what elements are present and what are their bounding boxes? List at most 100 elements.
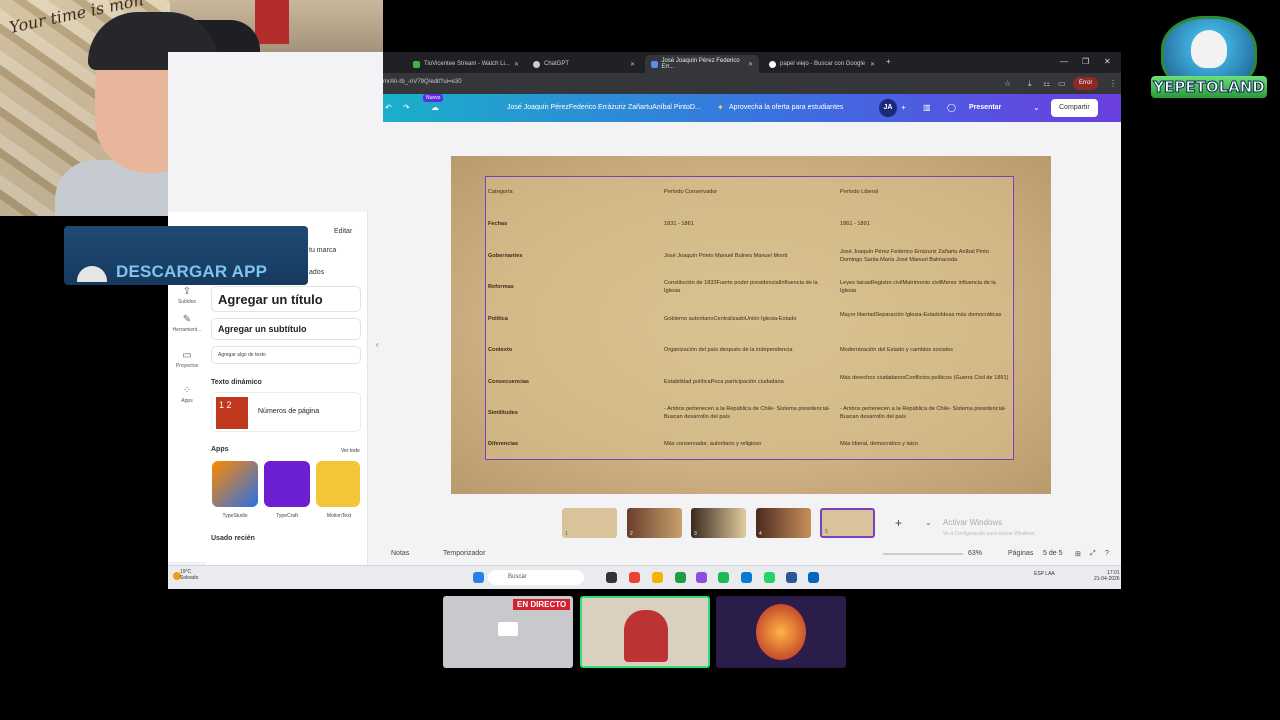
outlook-icon[interactable] (786, 572, 797, 583)
rail-apps[interactable]: ⁘ Apps (168, 385, 206, 404)
slide-canvas[interactable]: Categoría Período Conservador Período Li… (451, 156, 1051, 494)
add-title-button[interactable]: Agregar un título (211, 286, 361, 312)
chrome-icon[interactable] (629, 572, 640, 583)
page-thumbnail[interactable]: 3 (691, 508, 746, 538)
profile-icon[interactable]: ▭ (1058, 79, 1066, 88)
extensions-icon[interactable]: ⚏ (1043, 79, 1050, 88)
new-tab-button[interactable]: + (886, 57, 891, 66)
grid-view-icon[interactable]: ⊞ (1075, 550, 1081, 558)
app-label: TypeStudio (222, 513, 248, 519)
tab-google[interactable]: papel viejo - Buscar con Google ✕ (763, 55, 881, 73)
close-icon[interactable]: ✕ (630, 61, 635, 68)
comment-icon[interactable]: ◯ (947, 103, 956, 112)
spotify-icon[interactable] (718, 572, 729, 583)
url-field[interactable]: mrAh-rb_-nV79Q/edit?ui=e30 (383, 79, 462, 85)
table-row: Diferencias Más conservador, autoritario… (486, 440, 1015, 471)
page-thumbnail-selected[interactable]: 5 (820, 508, 875, 538)
close-window-button[interactable]: ✕ (1104, 57, 1111, 66)
start-icon[interactable] (473, 572, 484, 583)
whatsapp-icon[interactable] (764, 572, 775, 583)
rail-projects[interactable]: ▭ Proyectos (168, 350, 206, 369)
page-count: 5 de 5 (1043, 550, 1063, 557)
table-row: Gobernantes José Joaquín Prieto Manuel B… (486, 248, 1015, 279)
error-badge[interactable]: Error (1073, 77, 1099, 90)
store-icon[interactable] (808, 572, 819, 583)
chevron-down-icon[interactable]: ⌄ (925, 518, 932, 527)
edit-link[interactable]: Editar (334, 228, 352, 235)
table-row: Fechas 1831 - 1861 1861 - 1891 (486, 220, 1015, 251)
rail-uploads[interactable]: ⇪ Subidos (168, 286, 206, 305)
editor-footer: Notas Temporizador 63% Páginas 5 de 5 ⊞ … (383, 546, 1121, 562)
tab-label: TioVicentee Stream - Watch Li... (424, 61, 510, 67)
add-body-text-button[interactable]: Agregar algo de texto (211, 346, 361, 364)
close-icon[interactable]: ✕ (870, 61, 875, 68)
zoom-slider[interactable] (883, 553, 963, 555)
explorer-icon[interactable] (652, 572, 663, 583)
edge-icon[interactable] (741, 572, 752, 583)
fullscreen-icon[interactable]: ⤢ (1090, 550, 1096, 558)
timer-button[interactable]: Temporizador (443, 550, 485, 557)
tab-chatgpt[interactable]: ChatGPT ✕ (527, 55, 641, 73)
document-title[interactable]: José Joaquín PérezFederico Errázuriz Zañ… (507, 104, 701, 111)
cloud-sync-icon[interactable]: ☁ (431, 103, 439, 112)
page-thumbnail[interactable]: 1 (562, 508, 617, 538)
menu-icon[interactable]: ⋮ (1109, 79, 1117, 88)
app-typestudio[interactable] (212, 461, 258, 507)
avatar[interactable]: JA (879, 99, 897, 117)
guest-camera-card[interactable] (580, 596, 710, 668)
present-button[interactable]: Presentar (969, 104, 1001, 111)
google-icon (769, 60, 776, 68)
page-thumbnail[interactable]: 4 (756, 508, 811, 538)
comparison-table[interactable]: Categoría Período Conservador Período Li… (485, 176, 1014, 460)
help-icon[interactable]: ? (1105, 550, 1109, 557)
table-header: Período Liberal (840, 189, 878, 195)
zoom-level[interactable]: 63% (968, 550, 982, 557)
add-page-button[interactable]: + (895, 516, 902, 530)
undo-icon[interactable]: ↶ (385, 103, 392, 112)
apps-heading: Apps (211, 446, 229, 453)
app-typecraft[interactable] (264, 461, 310, 507)
student-offer-link[interactable]: Aprovecha la oferta para estudiantes (729, 104, 843, 111)
add-subtitle-button[interactable]: Agregar un subtítulo (211, 318, 361, 340)
download-icon[interactable]: ⤓ (1028, 79, 1032, 89)
language-indicator[interactable]: ESP LAA (1034, 571, 1055, 577)
notes-button[interactable]: Notas (391, 550, 409, 557)
share-button[interactable]: Compartir (1051, 99, 1098, 117)
table-cell: Política (488, 316, 508, 322)
brand-kit-link[interactable]: tu marca (309, 247, 336, 254)
character-avatar (756, 604, 806, 660)
weather-widget[interactable]: 19°C Soleado (180, 569, 198, 581)
close-icon[interactable]: ✕ (748, 61, 753, 68)
maximize-button[interactable]: ❐ (1082, 57, 1089, 66)
tab-stream[interactable]: TioVicentee Stream - Watch Li... ✕ (407, 55, 525, 73)
insights-icon[interactable]: ▥ (923, 103, 931, 112)
page-thumbnail[interactable]: 2 (627, 508, 682, 538)
download-app-banner[interactable]: DESCARGAR APP (64, 226, 308, 285)
clock[interactable]: 17:01 21-04-2026 (1094, 570, 1120, 582)
table-cell: 1861 - 1891 (840, 221, 870, 227)
add-collaborator-icon[interactable]: + (901, 103, 906, 112)
rail-tools[interactable]: ✎ Herramient... (168, 314, 206, 333)
xbox-icon[interactable] (675, 572, 686, 583)
minimize-button[interactable]: — (1060, 57, 1068, 66)
table-cell: Reformas (488, 284, 514, 290)
app-motiontext[interactable] (316, 461, 360, 507)
close-icon[interactable]: ✕ (514, 61, 519, 68)
chevron-down-icon[interactable]: ⌄ (1033, 103, 1040, 112)
star-icon[interactable]: ☆ (1004, 79, 1011, 88)
tab-canva[interactable]: José Joaquín Pérez Federico Err... ✕ (645, 55, 759, 73)
task-view-icon[interactable] (606, 572, 617, 583)
pages-button[interactable]: Páginas (1008, 550, 1033, 557)
character-card[interactable] (716, 596, 846, 668)
see-all-link[interactable]: Ver todo (341, 448, 360, 454)
collapse-panel-icon[interactable]: ‹ (376, 340, 379, 349)
live-badge: EN DIRECTO (513, 599, 571, 610)
obs-icon[interactable] (696, 572, 707, 583)
upload-icon: ⇪ (182, 286, 192, 297)
stream-preview-card[interactable]: EN DIRECTO (443, 596, 573, 668)
page-numbers-card[interactable]: 1 2 Números de página (211, 392, 361, 432)
taskbar-search[interactable]: Buscar (488, 570, 584, 585)
redo-icon[interactable]: ↷ (403, 103, 410, 112)
app-label: MotionText (326, 513, 352, 519)
download-app-label: DESCARGAR APP (116, 262, 268, 281)
